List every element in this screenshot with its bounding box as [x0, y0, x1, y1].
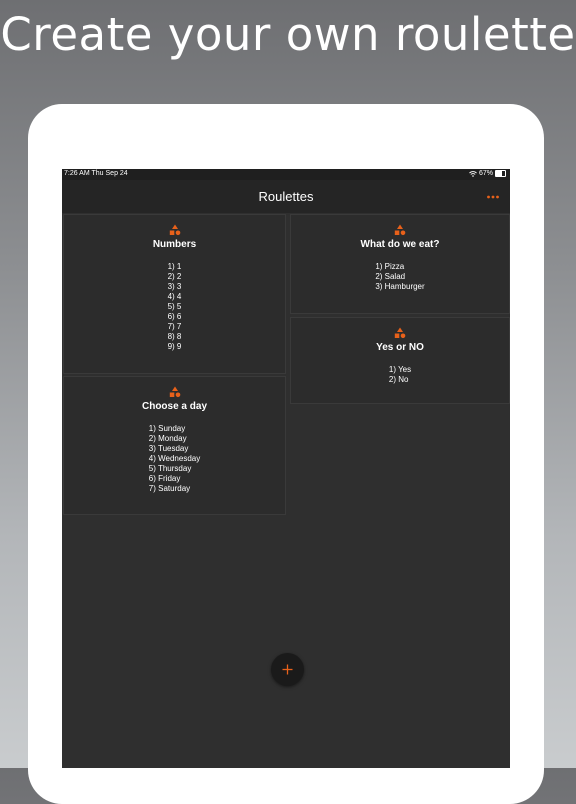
roulette-card-what-do-we-eat[interactable]: What do we eat? 1) Pizza 2) Salad 3) Hambu… — [290, 214, 510, 314]
navigation-bar: Roulettes — [62, 180, 510, 213]
list-item: 3) 3 — [167, 282, 182, 291]
roulette-card-numbers[interactable]: Numbers 1) 1 2) 2 3) 3 4) 4 5) 5 6) 6 7) 7 8) 8… — [63, 214, 286, 374]
card-items-list: 1) Yes 2) No — [389, 365, 411, 385]
list-item: 1) Pizza — [375, 262, 405, 271]
card-title: Yes or NO — [376, 342, 424, 353]
status-time: 7:26 AM Thu Sep 24 — [64, 170, 128, 177]
list-item: 5) 5 — [167, 302, 182, 311]
card-title: Numbers — [152, 239, 197, 250]
status-indicators: 67% — [469, 170, 506, 177]
list-item: 3) Hamburger — [375, 282, 425, 291]
card-title: What do we eat? — [360, 239, 440, 250]
card-items-list: 1) Pizza 2) Salad 3) Hamburger — [375, 262, 424, 292]
plus-icon — [282, 664, 293, 675]
list-item: 4) 4 — [167, 292, 182, 301]
list-item: 9) 9 — [167, 342, 182, 351]
list-item: 5) Thursday — [148, 464, 192, 473]
add-roulette-button[interactable] — [271, 653, 304, 686]
list-item: 1) Yes — [388, 365, 412, 374]
list-item: 2) Salad — [375, 272, 406, 281]
shapes-icon — [394, 224, 406, 236]
list-item: 6) 6 — [167, 312, 182, 321]
page-title: Roulettes — [258, 189, 314, 204]
list-item: 4) Wednesday — [148, 454, 201, 463]
roulette-card-choose-a-day[interactable]: Choose a day 1) Sunday 2) Monday 3) Tuesda… — [63, 376, 286, 515]
list-item: 1) Sunday — [148, 424, 186, 433]
wifi-icon — [469, 170, 477, 177]
card-title: Choose a day — [141, 401, 208, 412]
list-item: 2) Monday — [148, 434, 187, 443]
app-screen: 7:26 AM Thu Sep 24 67% Roulettes Numbers… — [62, 169, 510, 768]
list-item: 1) 1 — [167, 262, 182, 271]
ellipsis-icon[interactable] — [486, 190, 500, 204]
list-item: 2) 2 — [167, 272, 182, 281]
list-item: 3) Tuesday — [148, 444, 189, 453]
list-item: 6) Friday — [148, 474, 181, 483]
battery-percent: 67% — [478, 170, 493, 177]
battery-icon — [495, 170, 506, 177]
list-item: 7) Saturday — [148, 484, 191, 493]
card-items-list: 1) 1 2) 2 3) 3 4) 4 5) 5 6) 6 7) 7 8) 8 9) 9 — [168, 262, 182, 352]
status-bar: 7:26 AM Thu Sep 24 67% — [62, 169, 510, 180]
shapes-icon — [169, 224, 181, 236]
list-item: 2) No — [388, 375, 409, 384]
card-items-list: 1) Sunday 2) Monday 3) Tuesday 4) Wednesday… — [149, 424, 200, 494]
shapes-icon — [169, 386, 181, 398]
list-item: 8) 8 — [167, 332, 182, 341]
shapes-icon — [394, 327, 406, 339]
promo-headline: Create your own roulette — [0, 8, 576, 61]
roulette-card-yes-or-no[interactable]: Yes or NO 1) Yes 2) No — [290, 317, 510, 404]
list-item: 7) 7 — [167, 322, 182, 331]
